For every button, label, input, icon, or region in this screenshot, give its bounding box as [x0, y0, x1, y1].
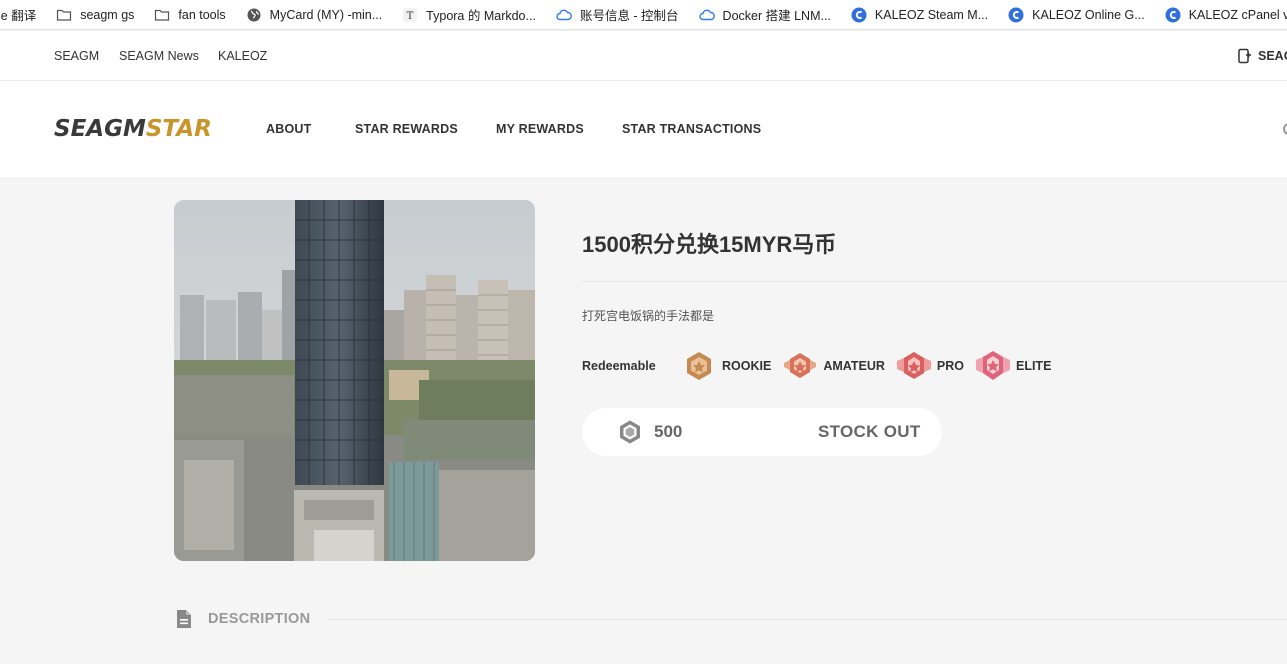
- bookmark-label: KALEOZ Steam M...: [874, 7, 989, 22]
- tier-pro: PRO: [896, 350, 964, 382]
- redeemable-label: Redeemable: [582, 359, 656, 373]
- globe-icon: [246, 7, 262, 23]
- tier-label: PRO: [936, 359, 964, 373]
- mobile-download-icon: [1238, 48, 1251, 64]
- kaleoz-icon: [1165, 7, 1181, 23]
- link-seagm[interactable]: SEAGM: [54, 49, 99, 63]
- rookie-badge-icon: [687, 352, 711, 380]
- bookmark-fan-tools[interactable]: fan tools: [154, 7, 226, 23]
- price-box: 500 STOCK OUT: [582, 408, 942, 456]
- nav-star-transactions[interactable]: STAR TRANSACTIONS: [622, 122, 761, 136]
- typora-icon: T: [402, 7, 418, 23]
- svg-text:T: T: [407, 11, 414, 22]
- seagm-star-logo[interactable]: SEAGMSTAR: [54, 117, 212, 141]
- bookmark-kaleoz-online[interactable]: KALEOZ Online G...: [1008, 7, 1145, 23]
- description-heading-label: DESCRIPTION: [208, 611, 311, 627]
- bookmark-label: Typora 的 Markdo...: [426, 9, 536, 23]
- link-seagm-news[interactable]: SEAGM News: [119, 49, 199, 63]
- folder-icon: [154, 7, 170, 23]
- bookmark-label: seagm gs: [80, 7, 135, 22]
- product-title: 1500积分兑换15MYR马币: [582, 232, 837, 257]
- bookmark-account-console[interactable]: 账号信息 - 控制台: [556, 5, 679, 24]
- bookmark-label: le 翻译: [0, 9, 37, 23]
- bookmark-label: KALEOZ cPanel v2: [1188, 7, 1287, 22]
- cloud-icon: [556, 7, 572, 23]
- kaleoz-icon: [851, 7, 867, 23]
- stock-out-button[interactable]: STOCK OUT: [818, 422, 921, 442]
- app-download-link[interactable]: SEAG: [1236, 48, 1287, 64]
- app-download-label: SEAG: [1258, 49, 1287, 63]
- star-points-icon: [620, 420, 640, 444]
- bookmark-mycard[interactable]: MyCard (MY) -min...: [246, 7, 383, 23]
- pro-badge-icon: [896, 352, 931, 379]
- product-image: [174, 200, 535, 561]
- description-divider: [328, 619, 1287, 620]
- bookmark-docker[interactable]: Docker 搭建 LNM...: [698, 5, 831, 24]
- bookmarks-bar: le 翻译 seagm gs fan tools MyCard (MY) -mi…: [0, 0, 1287, 30]
- top-links-bar: SEAGM SEAGM News KALEOZ SEAG: [0, 31, 1287, 81]
- bookmark-kaleoz-steam[interactable]: KALEOZ Steam M...: [851, 7, 988, 23]
- bookmark-typora[interactable]: T Typora 的 Markdo...: [402, 5, 536, 24]
- link-kaleoz[interactable]: KALEOZ: [218, 49, 267, 63]
- elite-badge-icon: [975, 351, 1010, 380]
- redeemable-tiers: Redeemable ROOKIE AMATEUR PRO ELITE: [582, 350, 1063, 382]
- bookmark-label: fan tools: [178, 7, 226, 22]
- cloud-icon: [698, 7, 715, 23]
- tier-label: AMATEUR: [823, 359, 885, 373]
- bookmark-label: 账号信息 - 控制台: [579, 9, 679, 23]
- kaleoz-icon: [1008, 7, 1024, 23]
- document-icon: [177, 610, 191, 628]
- main-header: SEAGMSTAR ABOUT STAR REWARDS MY REWARDS …: [0, 81, 1287, 177]
- bookmark-translate[interactable]: le 翻译: [0, 5, 36, 24]
- bookmark-kaleoz-cpanel[interactable]: KALEOZ cPanel v2: [1165, 7, 1287, 23]
- nav-my-rewards[interactable]: MY REWARDS: [496, 122, 584, 136]
- folder-icon: [56, 7, 72, 23]
- bookmark-label: MyCard (MY) -min...: [269, 7, 383, 22]
- nav-about[interactable]: ABOUT: [266, 122, 311, 136]
- bookmark-label: Docker 搭建 LNM...: [722, 9, 831, 23]
- tier-elite: ELITE: [975, 350, 1052, 382]
- tier-amateur: AMATEUR: [783, 350, 885, 382]
- description-heading[interactable]: DESCRIPTION: [176, 609, 310, 629]
- product-description: 打死宫电饭锅的手法都是: [582, 309, 715, 323]
- tier-rookie: ROOKIE: [682, 350, 771, 382]
- bookmark-label: KALEOZ Online G...: [1032, 7, 1145, 22]
- tier-label: ROOKIE: [722, 359, 772, 373]
- tier-label: ELITE: [1015, 359, 1052, 373]
- title-divider: [582, 281, 1287, 282]
- price-value: 500: [654, 422, 683, 441]
- bookmark-seagm-gs[interactable]: seagm gs: [56, 7, 134, 23]
- amateur-badge-icon: [784, 353, 817, 378]
- nav-star-rewards[interactable]: STAR REWARDS: [355, 122, 458, 136]
- user-menu-edge-icon[interactable]: [1283, 123, 1287, 135]
